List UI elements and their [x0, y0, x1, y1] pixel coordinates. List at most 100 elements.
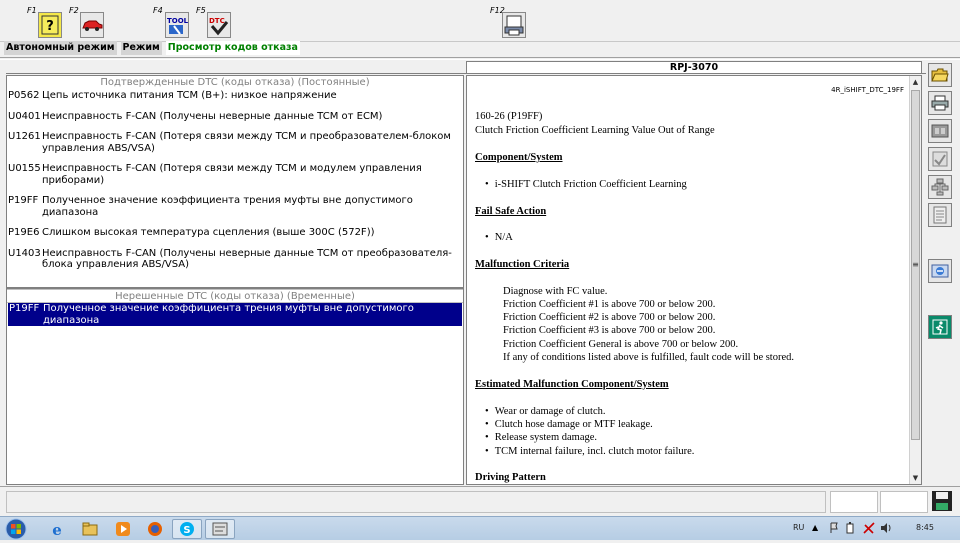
media-player-icon[interactable]	[108, 519, 138, 539]
vehicle-header: RPJ-3070	[466, 61, 922, 74]
status-field	[6, 491, 826, 513]
notepad-icon[interactable]	[928, 203, 952, 227]
refresh-icon[interactable]	[928, 259, 952, 283]
print-screen-icon[interactable]	[502, 12, 526, 38]
confirmed-dtc-title: Подтвержденные DTC (коды отказа) (Постоя…	[100, 77, 370, 88]
document-body: 4R_iSHIFT_DTC_19FF 160-26 (P19FF) Clutch…	[467, 76, 910, 484]
dtc-description: Неисправность F-CAN (Потеря связи между …	[42, 163, 422, 186]
windows-taskbar: e S RU ▲ 8:45	[0, 516, 960, 540]
dtc-code: U1403	[8, 247, 41, 259]
clock[interactable]: 8:45	[916, 523, 934, 532]
film-icon[interactable]	[928, 119, 952, 143]
criteria-line: Friction Coefficient #2 is above 700 or …	[503, 312, 716, 323]
svg-text:?: ?	[46, 19, 54, 34]
offline-mode-label: Автономный режим	[4, 41, 117, 55]
pending-dtc-title: Нерешенные DTC (коды отказа) (Временные)	[7, 289, 463, 303]
dtc-row-selected[interactable]: P19FF Полученное значение коэффициента тр…	[8, 303, 462, 326]
dtc-row[interactable]: P19FF Полученное значение коэффициента тр…	[7, 195, 463, 218]
dtc-label: DTC	[209, 17, 225, 25]
criteria-line: Friction Coefficient #3 is above 700 or …	[503, 325, 716, 336]
dtc-title: Clutch Friction Coefficient Learning Val…	[475, 125, 715, 136]
component-item: i-SHIFT Clutch Friction Coefficient Lear…	[485, 179, 687, 190]
svg-text:e: e	[52, 521, 62, 537]
dtc-code: U0155	[8, 163, 41, 174]
criteria-line: If any of conditions listed above is ful…	[503, 352, 795, 363]
dtc-description: Цепь источника питания TCM (B+): низкое …	[42, 90, 337, 101]
language-indicator[interactable]: RU	[793, 523, 804, 532]
firefox-icon[interactable]	[140, 519, 170, 539]
tray-flag-icon[interactable]	[829, 522, 839, 534]
failsafe-item: N/A	[485, 232, 513, 243]
f1-key-label: F1	[27, 6, 37, 15]
criteria-heading: Malfunction Criteria	[475, 259, 570, 270]
dtc-row[interactable]: P19E6 Слишком высокая температура сцеплен…	[7, 227, 463, 239]
estimated-item: Clutch hose damage or MTF leakage.	[485, 419, 653, 430]
estimated-item: Release system damage.	[485, 432, 597, 443]
volume-icon[interactable]	[880, 522, 892, 534]
failsafe-heading: Fail Safe Action	[475, 206, 547, 217]
battery-icon[interactable]	[846, 522, 856, 534]
view-dtc-label: Просмотр кодов отказа	[165, 41, 300, 55]
f2-key-label: F2	[69, 6, 79, 15]
dtc-code-line: 160-26 (P19FF)	[475, 111, 543, 122]
dtc-list-icon[interactable]	[928, 147, 952, 171]
scroll-up-icon[interactable]: ▲	[910, 76, 921, 88]
mode-bar: Автономный режим Режим Просмотр кодов от…	[4, 41, 300, 55]
dtc-row[interactable]: U1261 Неисправность F-CAN (Потеря связи м…	[7, 131, 463, 154]
tray-arrow-icon[interactable]: ▲	[812, 523, 818, 532]
estimated-item: Wear or damage of clutch.	[485, 406, 606, 417]
toolbar: F1 ? F2 F4 TOOL F5 DTC F12	[0, 0, 960, 42]
document-id: 4R_iSHIFT_DTC_19FF	[831, 86, 904, 94]
confirmed-dtc-panel: Подтвержденные DTC (коды отказа) (Постоя…	[6, 75, 464, 288]
dtc-document-panel: 4R_iSHIFT_DTC_19FF 160-26 (P19FF) Clutch…	[466, 75, 922, 485]
pending-dtc-panel: Нерешенные DTC (коды отказа) (Временные)…	[6, 288, 464, 485]
tool-label: TOOL	[167, 17, 188, 25]
printer-icon[interactable]	[928, 91, 952, 115]
ie-icon[interactable]: e	[42, 519, 72, 539]
car-icon[interactable]	[80, 12, 104, 38]
dtc-row[interactable]: U0401 Неисправность F-CAN (Получены невер…	[7, 111, 463, 123]
scroll-down-icon[interactable]: ▼	[910, 472, 921, 484]
dtc-icon[interactable]: DTC	[207, 12, 231, 38]
status-box	[830, 491, 878, 513]
dtc-description: Слишком высокая температура сцепления (в…	[42, 227, 375, 238]
f5-key-label: F5	[196, 6, 206, 15]
exit-icon[interactable]	[928, 315, 952, 339]
dtc-row[interactable]: U0155 Неисправность F-CAN (Потеря связи м…	[7, 163, 463, 186]
dtc-code: U1261	[8, 131, 41, 142]
network-icon[interactable]	[863, 522, 875, 534]
f4-key-label: F4	[153, 6, 163, 15]
svg-text:S: S	[183, 525, 190, 536]
status-bar	[0, 486, 960, 516]
dtc-code: P19E6	[8, 227, 40, 238]
dtc-code: P19FF	[9, 303, 40, 314]
dtc-description: Неисправность F-CAN (Получены неверные д…	[42, 247, 452, 271]
dtc-description: Неисправность F-CAN (Получены неверные д…	[42, 110, 383, 122]
explorer-icon[interactable]	[75, 519, 105, 539]
diagnostic-app-icon[interactable]	[205, 519, 235, 539]
separator	[0, 57, 960, 60]
mode-label: Режим	[120, 41, 162, 55]
dtc-row[interactable]: P0562 Цепь источника питания TCM (B+): ни…	[7, 90, 463, 102]
dtc-description: Полученное значение коэффициента трения …	[42, 195, 413, 218]
dtc-description: Неисправность F-CAN (Потеря связи между …	[42, 131, 451, 154]
save-disk-icon[interactable]	[931, 490, 953, 512]
skype-icon[interactable]: S	[172, 519, 202, 539]
tool-icon[interactable]: TOOL	[165, 12, 189, 38]
document-scrollbar[interactable]: ▲ ≡ ▼	[909, 76, 921, 484]
start-button-icon[interactable]	[4, 518, 30, 540]
criteria-line: Friction Coefficient #1 is above 700 or …	[503, 299, 716, 310]
estimated-heading: Estimated Malfunction Component/System	[475, 379, 669, 390]
dtc-code: P19FF	[8, 195, 39, 206]
dtc-row[interactable]: U1403 Неисправность F-CAN (Получены невер…	[7, 248, 463, 271]
dtc-description: Полученное значение коэффициента трения …	[43, 303, 414, 326]
criteria-line: Friction Coefficient General is above 70…	[503, 339, 739, 350]
status-box	[880, 491, 928, 513]
help-question-icon[interactable]: ?	[38, 12, 62, 38]
tree-icon[interactable]	[928, 175, 952, 199]
driving-heading: Driving Pattern	[475, 472, 546, 483]
component-heading: Component/System	[475, 152, 563, 163]
dtc-code: P0562	[8, 90, 40, 101]
dtc-code: U0401	[8, 110, 41, 122]
open-folder-icon[interactable]	[928, 63, 952, 87]
